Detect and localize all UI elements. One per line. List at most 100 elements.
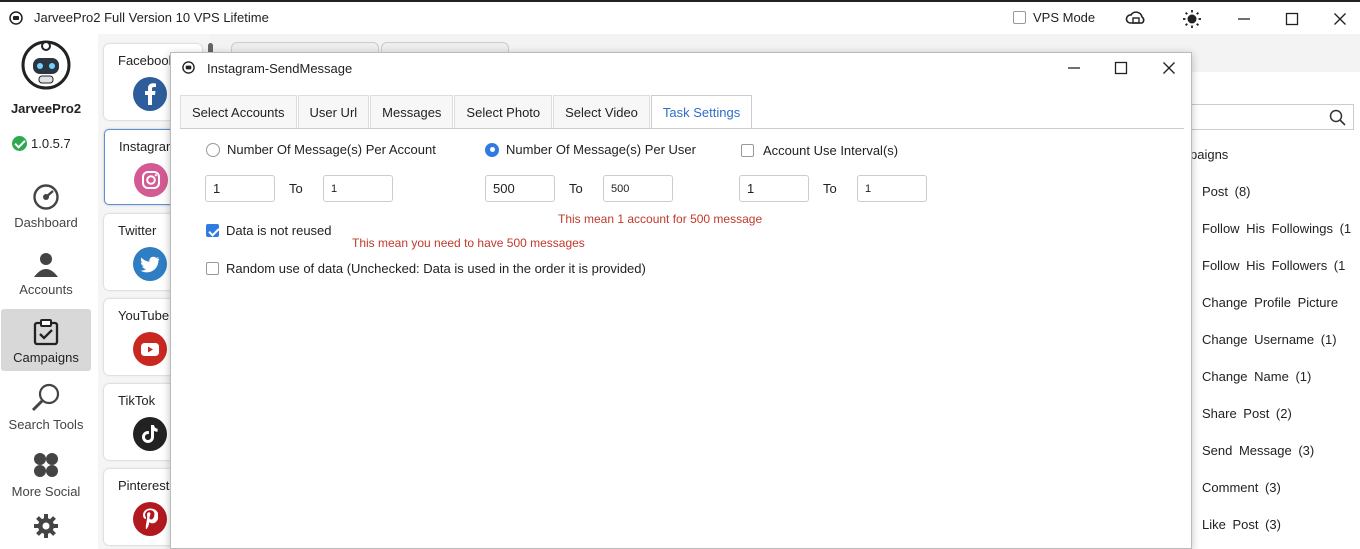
tab-select-accounts[interactable]: Select Accounts (180, 95, 297, 128)
nav-search-tools-label: Search Tools (8, 417, 84, 432)
nav-more-social-label: More Social (11, 484, 81, 499)
social-label-youtube: YouTube (118, 308, 170, 323)
interval-label: Account Use Interval(s) (763, 143, 899, 158)
per-account-radio[interactable] (206, 142, 220, 157)
social-label-twitter: Twitter (118, 223, 157, 238)
nav-dashboard-label: Dashboard (14, 215, 78, 230)
tiktok-icon (133, 417, 167, 451)
interval-to-input[interactable]: 1 (857, 175, 927, 202)
dialog-app-icon (182, 61, 195, 74)
dialog-tabs: Select Accounts User Url Messages Select… (180, 95, 753, 129)
search-tools-icon (31, 383, 60, 412)
campaign-item[interactable]: Like Post (3) (1202, 517, 1281, 532)
per-account-label: Number Of Message(s) Per Account (227, 142, 436, 157)
youtube-icon (133, 332, 167, 366)
dialog-close-button[interactable] (1158, 57, 1180, 79)
instagram-icon (134, 163, 168, 197)
dialog-minimize-button[interactable] (1063, 57, 1085, 79)
dialog-titlebar: Instagram-SendMessage (171, 53, 1191, 83)
campaign-item[interactable]: Post (8) (1202, 184, 1251, 199)
cloud-sync-icon[interactable] (1125, 8, 1147, 30)
campaign-item[interactable]: Follow His Followers (1 (1202, 258, 1345, 273)
pinterest-icon (133, 502, 167, 536)
version-number: 1.0.5.7 (31, 136, 71, 151)
campaign-item[interactable]: Follow His Followings (1 (1202, 221, 1351, 236)
nav-dashboard[interactable]: Dashboard (1, 174, 91, 236)
interval-option[interactable]: Account Use Interval(s) (741, 143, 898, 158)
nav-accounts[interactable]: Accounts (1, 241, 91, 303)
vps-mode-label: VPS Mode (1033, 10, 1096, 25)
dialog-maximize-button[interactable] (1110, 57, 1132, 79)
vps-mode-checkbox[interactable] (1013, 11, 1026, 24)
campaigns-icon (33, 319, 59, 346)
tab-user-url[interactable]: User Url (297, 95, 370, 128)
per-user-to-label: To (569, 181, 583, 196)
campaigns-panel (1190, 72, 1360, 549)
random-use-option[interactable]: Random use of data (Unchecked: Data is u… (206, 261, 646, 276)
dialog-title: Instagram-SendMessage (207, 61, 353, 76)
nav-search-tools[interactable]: Search Tools (1, 376, 91, 438)
twitter-icon (133, 247, 167, 281)
close-button[interactable] (1329, 8, 1351, 30)
nav-campaigns[interactable]: Campaigns (1, 309, 91, 371)
nav-accounts-label: Accounts (19, 282, 73, 297)
nav-more-social[interactable]: More Social (1, 443, 91, 505)
facebook-icon (133, 77, 167, 111)
per-user-radio[interactable] (485, 142, 499, 157)
interval-checkbox[interactable] (741, 144, 754, 157)
tab-select-video[interactable]: Select Video (553, 95, 650, 128)
nav-campaigns-label: Campaigns (13, 350, 79, 365)
nav-settings[interactable] (1, 510, 91, 549)
per-user-label: Number Of Message(s) Per User (506, 142, 696, 157)
campaign-item[interactable]: Change Name (1) (1202, 369, 1311, 384)
accounts-icon (34, 253, 58, 277)
maximize-button[interactable] (1281, 8, 1303, 30)
settings-gear-icon (34, 514, 58, 538)
not-reused-option[interactable]: Data is not reused (206, 223, 332, 238)
minimize-button[interactable] (1233, 8, 1255, 30)
social-label-instagram: Instagram (119, 139, 177, 154)
verified-check-icon (12, 136, 27, 151)
campaign-item[interactable]: Send Message (3) (1202, 443, 1314, 458)
tab-select-photo[interactable]: Select Photo (454, 95, 553, 128)
per-user-option[interactable]: Number Of Message(s) Per User (485, 142, 696, 157)
vps-mode-toggle[interactable]: VPS Mode (1013, 10, 1095, 25)
random-use-checkbox[interactable] (206, 262, 219, 275)
theme-sun-icon[interactable] (1181, 8, 1203, 30)
campaign-item[interactable]: Change Profile Picture (1202, 295, 1338, 310)
tab-divider (180, 128, 1184, 129)
per-account-to-label: To (289, 181, 303, 196)
campaign-item[interactable]: Change Username (1) (1202, 332, 1337, 347)
window-titlebar: JarveePro2 Full Version 10 VPS Lifetime … (0, 0, 1360, 34)
social-label-tiktok: TikTok (118, 393, 156, 408)
brand-name: JarveePro2 (10, 101, 82, 116)
campaigns-heading: paigns (1190, 147, 1229, 162)
interval-from-input[interactable]: 1 (739, 175, 809, 202)
per-user-to-input[interactable]: 500 (603, 175, 673, 202)
tab-messages[interactable]: Messages (370, 95, 454, 128)
not-reused-label: Data is not reused (226, 223, 332, 238)
not-reused-checkbox[interactable] (206, 224, 219, 237)
per-account-to-input[interactable]: 1 (323, 175, 393, 202)
per-account-from-input[interactable]: 1 (205, 175, 275, 202)
tab-task-settings[interactable]: Task Settings (650, 95, 753, 129)
campaign-item[interactable]: Comment (3) (1202, 480, 1281, 495)
per-user-from-input[interactable]: 500 (485, 175, 555, 202)
social-label-pinterest: Pinterest (118, 478, 170, 493)
jarvee-robot-logo (21, 40, 71, 90)
interval-to-label: To (823, 181, 837, 196)
dashboard-icon (33, 184, 59, 210)
app-logo-icon (9, 11, 23, 25)
note-account-per-message: This mean 1 account for 500 message (558, 212, 763, 226)
campaign-item[interactable]: Share Post (2) (1202, 406, 1292, 421)
sidebar: JarveePro2 1.0.5.7 Dashboard Accounts Ca… (0, 34, 98, 549)
version-info: 1.0.5.7 (12, 136, 71, 151)
send-message-dialog: Instagram-SendMessage Select Accounts Us… (170, 52, 1192, 549)
note-messages-needed: This mean you need to have 500 messages (352, 236, 585, 250)
window-title: JarveePro2 Full Version 10 VPS Lifetime (34, 10, 269, 25)
random-use-label: Random use of data (Unchecked: Data is u… (226, 261, 646, 276)
social-label-facebook: Facebook (118, 53, 176, 68)
per-account-option[interactable]: Number Of Message(s) Per Account (206, 142, 436, 157)
search-icon[interactable] (1329, 109, 1346, 126)
more-social-icon (34, 453, 58, 477)
